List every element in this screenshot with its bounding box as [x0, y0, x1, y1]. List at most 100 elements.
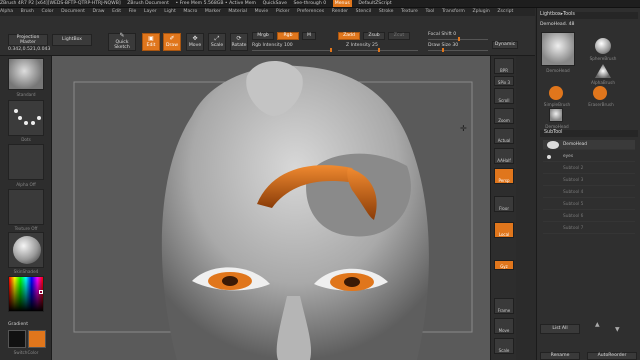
- subtool-item[interactable]: Subtool 7: [543, 224, 635, 234]
- move-button[interactable]: ✥ Move: [186, 33, 204, 51]
- menu-item[interactable]: Macro: [183, 8, 197, 16]
- scale-button[interactable]: ⤢ Scale: [208, 33, 226, 51]
- material-sphere-icon: [13, 236, 41, 264]
- texture-selector[interactable]: [8, 189, 44, 225]
- aahalf-button[interactable]: AAHalf: [494, 148, 514, 164]
- menu-item[interactable]: Document: [61, 8, 85, 16]
- simple-brush-icon[interactable]: [549, 86, 563, 100]
- zadd-button[interactable]: Zadd: [338, 32, 360, 40]
- dynamic-button[interactable]: Dynamic: [492, 41, 518, 49]
- floor-button[interactable]: Floor: [494, 196, 514, 212]
- default-zscript-button[interactable]: DefaultZScript: [358, 0, 391, 7]
- switch-color-button[interactable]: SwitchColor: [4, 350, 48, 355]
- rename-button[interactable]: Rename: [540, 352, 580, 360]
- brush-selector[interactable]: [8, 58, 44, 90]
- move-view-button[interactable]: Move: [494, 318, 514, 334]
- rgb-intensity-slider[interactable]: Rgb Intensity 100: [252, 43, 332, 52]
- menu-item[interactable]: Texture: [401, 8, 418, 16]
- subtool-item[interactable]: Subtool 6: [543, 212, 635, 222]
- quicksave-button[interactable]: QuickSave: [263, 0, 287, 7]
- menus-toggle[interactable]: Menus: [332, 0, 352, 7]
- focal-shift-slider[interactable]: Focal Shift 0: [428, 32, 488, 41]
- draw-button[interactable]: ✐ Draw: [163, 33, 181, 51]
- edit-icon: ▣: [148, 34, 154, 42]
- subtool-item[interactable]: Subtool 2: [543, 164, 635, 174]
- focal-shift-label: Focal Shift 0: [428, 32, 457, 37]
- tool-thumb-demohead[interactable]: [541, 32, 575, 66]
- lightbox-button[interactable]: LightBox: [52, 34, 92, 46]
- actual-button[interactable]: Actual: [494, 128, 514, 144]
- menu-item[interactable]: Color: [42, 8, 54, 16]
- main-menu: Alpha Brush Color Document Draw Edit Fil…: [0, 8, 535, 16]
- mrgb-button[interactable]: Mrgb: [252, 32, 274, 40]
- menu-item[interactable]: Brush: [21, 8, 34, 16]
- zoom-button[interactable]: Zoom: [494, 108, 514, 124]
- zcut-button[interactable]: Zcut: [388, 32, 410, 40]
- scale-view-button[interactable]: Scale: [494, 338, 514, 354]
- menu-item[interactable]: Draw: [93, 8, 105, 16]
- sphere-brush-icon[interactable]: [595, 38, 611, 54]
- subtool-item-active[interactable]: DemoHead: [543, 140, 635, 150]
- alpha-brush-icon[interactable]: [595, 64, 611, 78]
- menu-item[interactable]: Marker: [205, 8, 221, 16]
- demohead-model: [73, 61, 473, 360]
- menu-item[interactable]: Tool: [425, 8, 434, 16]
- menu-item[interactable]: Edit: [112, 8, 121, 16]
- m-button[interactable]: M: [302, 32, 316, 40]
- edit-button[interactable]: ▣ Edit: [142, 33, 160, 51]
- local-button[interactable]: Local: [494, 222, 514, 238]
- material-selector[interactable]: [8, 232, 44, 268]
- see-through-slider[interactable]: See-through 0: [293, 0, 326, 7]
- alpha-selector[interactable]: [8, 144, 44, 180]
- menu-item[interactable]: Stencil: [356, 8, 372, 16]
- menu-item[interactable]: Transform: [442, 8, 465, 16]
- rotate-button[interactable]: ⟳ Rotate: [230, 33, 248, 51]
- persp-button[interactable]: Persp: [494, 168, 514, 184]
- subtool-item[interactable]: Subtool 3: [543, 176, 635, 186]
- arrow-down-icon[interactable]: ▼: [615, 326, 620, 333]
- app-title: ZBrush 4R7 P2 [x64][WEDS-BFTP-QTRP-HTRJ-…: [0, 1, 121, 6]
- gyz-button[interactable]: Gyz: [494, 260, 514, 270]
- stroke-selector[interactable]: [8, 100, 44, 136]
- menu-item[interactable]: Picker: [276, 8, 290, 16]
- subtool-item[interactable]: Subtool 5: [543, 200, 635, 210]
- spix-slider[interactable]: SPix 3: [494, 76, 514, 86]
- z-intensity-slider[interactable]: Z Intensity 25: [338, 43, 418, 52]
- arrow-up-icon[interactable]: ▲: [595, 321, 600, 328]
- bpr-label: BPR: [500, 68, 508, 73]
- rgb-button[interactable]: Rgb: [277, 32, 299, 40]
- menu-item[interactable]: Preferences: [297, 8, 324, 16]
- menu-item[interactable]: Zscript: [497, 8, 513, 16]
- draw-size-slider[interactable]: Draw Size 30: [428, 43, 488, 52]
- quick-sketch-button[interactable]: ✎ Quick Sketch: [108, 32, 136, 51]
- tool-thumb-demohead-2[interactable]: [549, 108, 563, 122]
- menu-item[interactable]: Render: [332, 8, 348, 16]
- color-picker[interactable]: [8, 276, 44, 312]
- floor-label: Floor: [499, 206, 509, 211]
- menu-item[interactable]: Stroke: [379, 8, 394, 16]
- autoreorder-button[interactable]: AutoReorder: [587, 352, 637, 360]
- projection-master-button[interactable]: Projection Master: [8, 34, 48, 46]
- secondary-color-swatch[interactable]: [8, 330, 26, 348]
- bpr-button[interactable]: BPR: [494, 58, 514, 74]
- menu-item[interactable]: Material: [228, 8, 247, 16]
- document-label[interactable]: ZBrush Document: [127, 0, 169, 7]
- current-tool-name: DemoHead. 48: [540, 22, 575, 27]
- subtool-item[interactable]: Subtool 4: [543, 188, 635, 198]
- lightbox-tools-title[interactable]: Lightbox▸Tools: [540, 12, 638, 19]
- menu-item[interactable]: Light: [164, 8, 175, 16]
- menu-item[interactable]: Movie: [255, 8, 269, 16]
- eraser-brush-icon[interactable]: [593, 86, 607, 100]
- scroll-button[interactable]: Scroll: [494, 88, 514, 104]
- subtool-item[interactable]: eyes: [543, 152, 635, 162]
- menu-item[interactable]: File: [129, 8, 137, 16]
- document-canvas[interactable]: ✛: [52, 56, 490, 360]
- subtool-title[interactable]: SubTool: [540, 130, 638, 137]
- zsub-button[interactable]: Zsub: [363, 32, 385, 40]
- primary-color-swatch[interactable]: [28, 330, 46, 348]
- menu-item[interactable]: Layer: [144, 8, 157, 16]
- frame-button[interactable]: Frame: [494, 298, 514, 314]
- menu-item[interactable]: Alpha: [0, 8, 13, 16]
- menu-item[interactable]: Zplugin: [472, 8, 489, 16]
- list-all-button[interactable]: List All: [540, 324, 580, 334]
